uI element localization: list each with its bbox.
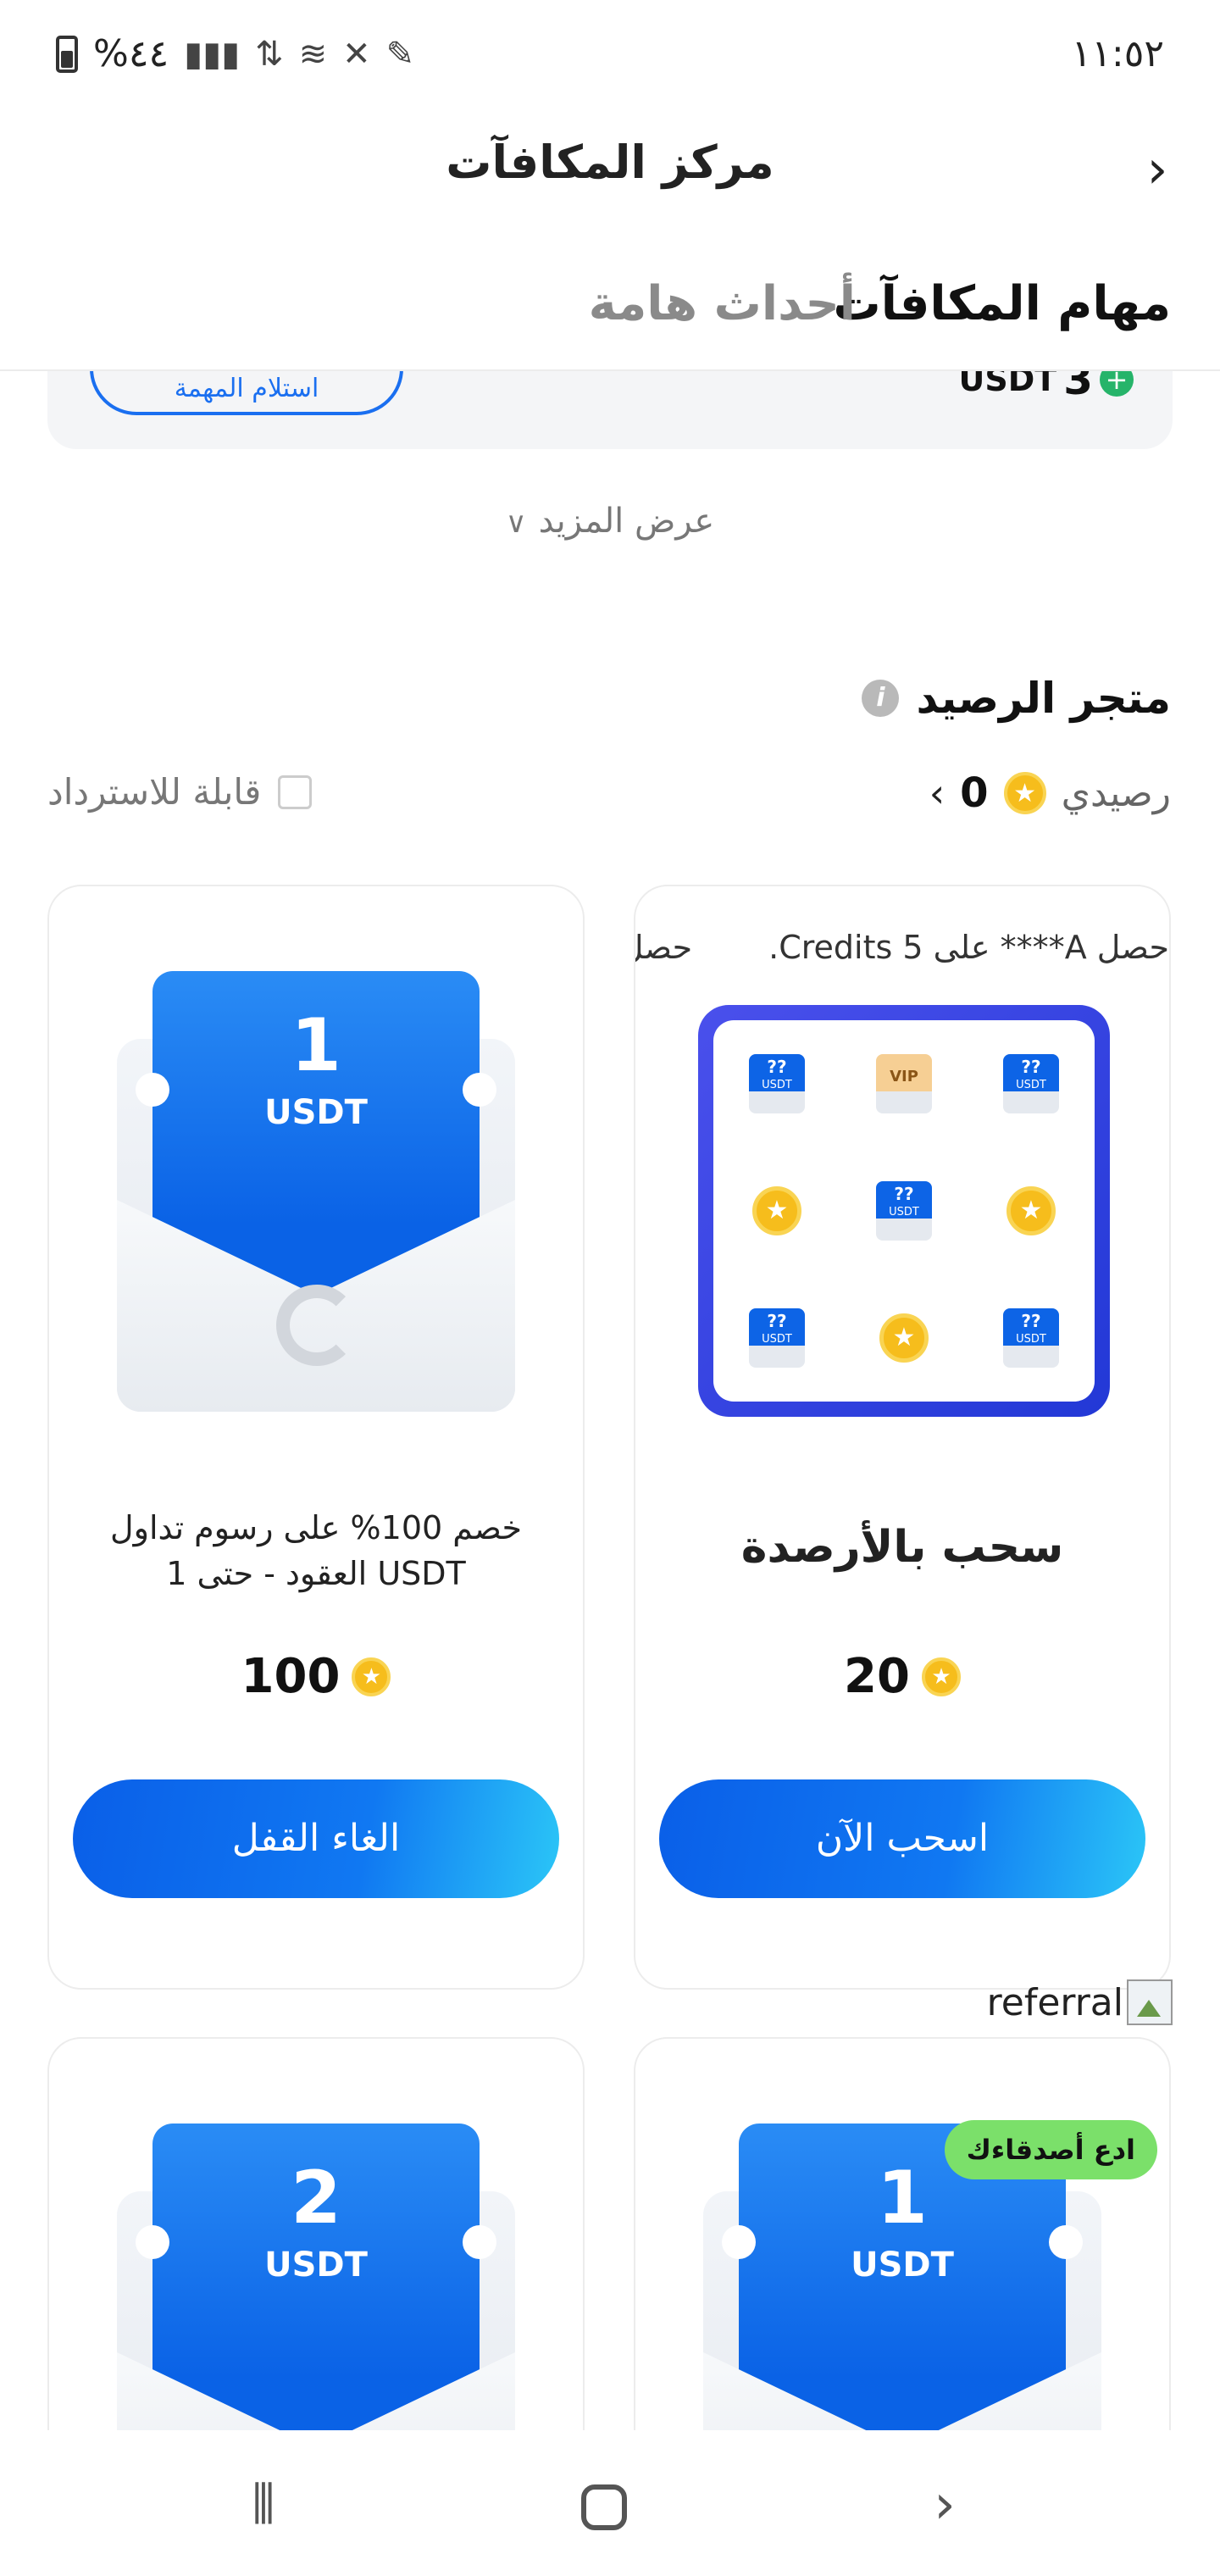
redeemable-filter[interactable]: قابلة للاسترداد [47, 771, 313, 813]
store-title: متجر الرصيد [916, 674, 1171, 723]
product-price: 20 ★ [635, 1649, 1169, 1704]
tab-important-events[interactable]: أحداث هامة [589, 276, 856, 331]
credits-center-screen: { "status_bar": { "time": "١١:٥٢", "batt… [0, 0, 1220, 2576]
system-back-button[interactable]: › [907, 2471, 983, 2539]
info-icon[interactable]: i [862, 680, 900, 717]
coin-icon: ★ [352, 1657, 391, 1696]
product-price: 100 ★ [49, 1649, 583, 1704]
battery-percent: %٤٤ [93, 32, 169, 75]
home-icon [581, 2484, 627, 2531]
chevron-right-icon: › [1146, 138, 1168, 200]
balance-row[interactable]: ‹ 0 ★ رصيدي [929, 769, 1171, 817]
tab-bar: مهام المكافآت أحداث هامة [0, 229, 1220, 371]
draw-grid: ?? USDT VIP ?? USDT ★ ?? USDT ★ ?? USDT ★ ??… [698, 1005, 1110, 1417]
price-value: 20 [844, 1649, 910, 1704]
show-more-link[interactable]: ∨ عرض المزيد [0, 502, 1220, 541]
ticket-icon: ?? USDT [749, 1308, 805, 1368]
coin-icon: ★ [879, 1313, 929, 1363]
battery-icon [56, 35, 78, 73]
brand-logo-icon [276, 1285, 358, 1366]
product-name: سحب بالأرصدة [740, 1522, 1064, 1573]
coin-icon: ★ [1006, 1186, 1056, 1235]
redeemable-label: قابلة للاسترداد [47, 771, 262, 813]
product-card-lucky-draw[interactable]: حصل A**** على 5 Credits. حصل A ??USDT VIP… [634, 885, 1171, 1990]
recent-apps-button[interactable]: ⦀ [225, 2471, 302, 2539]
ticker-item: حصل A [635, 929, 693, 966]
data-icon: ⇅ [255, 34, 284, 74]
ticket-icon: ?? USDT [1003, 1054, 1059, 1113]
clock: ١١:٥٢ [1071, 32, 1164, 75]
usdt-envelope-icon: 1 USDT [117, 971, 515, 1412]
draw-now-button[interactable]: اسحب الآن [659, 1779, 1145, 1898]
app-header: مركز المكافآت › [0, 110, 1220, 229]
status-icons: %٤٤ ▮▮▮ ⇅ ≋ ✕ ✎ [56, 32, 414, 75]
winners-ticker: حصل A**** على 5 Credits. حصل A [635, 929, 1169, 980]
unlock-button[interactable]: الغاء القفل [73, 1779, 559, 1898]
envelope-amount: 1 [291, 1003, 341, 1088]
broken-image-icon [1127, 1979, 1173, 2025]
coin-icon: ★ [1003, 772, 1046, 814]
balance-label: رصيدي [1061, 771, 1171, 815]
invite-friends-badge: ادع أصدقاءك [944, 2120, 1157, 2179]
referral-image[interactable]: referral [987, 1979, 1173, 2025]
home-button[interactable] [566, 2471, 642, 2539]
system-nav-bar: ⦀ › [0, 2430, 1220, 2576]
product-card-fee-discount[interactable]: 1 USDT خصم 100% على رسوم تداول العقود - … [47, 885, 585, 1990]
ticket-icon: ?? USDT [876, 1181, 932, 1241]
envelope-currency: USDT [264, 2246, 368, 2285]
edit-icon: ✎ [385, 34, 415, 74]
recent-apps-icon: ⦀ [251, 2473, 276, 2536]
price-value: 100 [241, 1649, 341, 1704]
show-more-label: عرض المزيد [538, 502, 715, 541]
coin-icon: ★ [921, 1657, 961, 1696]
ticket-icon: ?? USDT [1003, 1308, 1059, 1368]
chevron-left-icon: ‹ [929, 770, 946, 816]
status-bar: %٤٤ ▮▮▮ ⇅ ≋ ✕ ✎ ١١:٥٢ [0, 0, 1220, 110]
back-icon: › [934, 2473, 956, 2536]
vip-ticket-icon: VIP [876, 1054, 932, 1113]
page-title: مركز المكافآت [446, 136, 774, 189]
mute-icon: ✕ [342, 34, 371, 74]
envelope-currency: USDT [851, 2246, 954, 2285]
referral-alt-text: referral [986, 1980, 1123, 2024]
ticker-item: حصل A**** على 5 Credits. [768, 929, 1169, 966]
balance-value: 0 [960, 769, 989, 817]
ticket-icon: ?? USDT [749, 1054, 805, 1113]
envelope-currency: USDT [264, 1093, 368, 1132]
redeemable-checkbox[interactable] [278, 774, 313, 809]
back-button[interactable]: › [1132, 143, 1183, 196]
store-header: i متجر الرصيد [862, 674, 1171, 723]
tab-reward-tasks[interactable]: مهام المكافآت [833, 276, 1171, 331]
coin-icon: ★ [752, 1186, 801, 1235]
signal-icon: ▮▮▮ [184, 34, 241, 74]
product-description: خصم 100% على رسوم تداول العقود - حتى 1 U… [109, 1509, 522, 1592]
chevron-down-icon: ∨ [505, 506, 527, 540]
envelope-amount: 2 [291, 2156, 341, 2240]
wifi-icon: ≋ [298, 34, 328, 74]
